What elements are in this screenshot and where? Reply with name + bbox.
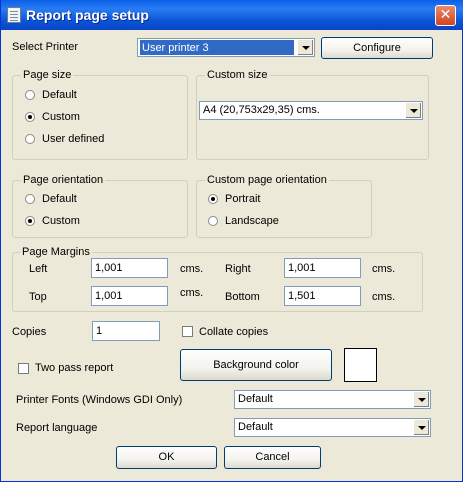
chevron-down-icon[interactable] (405, 103, 421, 118)
page-orientation-custom-radio[interactable] (25, 216, 35, 226)
report-language-value: Default (238, 421, 273, 433)
bottom-margin-label: Bottom (225, 291, 260, 303)
printer-select-value: User printer 3 (140, 40, 294, 55)
cancel-button[interactable]: Cancel (224, 446, 321, 469)
left-margin-label: Left (29, 263, 48, 275)
collate-copies-label[interactable]: Collate copies (199, 326, 268, 338)
custom-size-legend: Custom size (205, 69, 270, 81)
bottom-margin-unit: cms. (372, 291, 396, 303)
report-document-icon (7, 7, 21, 23)
background-color-swatch[interactable] (344, 348, 377, 382)
page-size-legend: Page size (21, 69, 74, 81)
background-color-button[interactable]: Background color (180, 349, 332, 381)
ok-button[interactable]: OK (116, 446, 217, 469)
page-size-user-defined-label[interactable]: User defined (42, 133, 104, 145)
printer-fonts-label: Printer Fonts (Windows GDI Only) (16, 394, 183, 406)
page-orientation-group (12, 180, 188, 238)
top-margin-value: 1,001 (95, 290, 123, 302)
page-size-user-defined-radio[interactable] (25, 134, 35, 144)
copies-label: Copies (12, 326, 47, 338)
configure-button[interactable]: Configure (321, 37, 433, 59)
left-margin-value: 1,001 (95, 262, 123, 274)
top-margin-input[interactable]: 1,001 (91, 286, 168, 306)
portrait-radio[interactable] (208, 194, 218, 204)
report-page-setup-dialog: Report page setup ✕ Select Printer User … (0, 0, 463, 482)
custom-size-select[interactable]: A4 (20,753x29,35) cms. (199, 101, 423, 120)
page-margins-group (12, 252, 423, 312)
chevron-down-icon[interactable] (413, 420, 429, 435)
portrait-label[interactable]: Portrait (225, 193, 260, 205)
page-size-custom-radio[interactable] (25, 112, 35, 122)
report-language-select[interactable]: Default (234, 418, 431, 437)
printer-fonts-value: Default (238, 393, 273, 405)
select-printer-label: Select Printer (12, 41, 79, 53)
page-size-default-label[interactable]: Default (42, 89, 77, 101)
printer-select[interactable]: User printer 3 (137, 38, 315, 57)
copies-value: 1 (96, 325, 103, 337)
page-orientation-default-label[interactable]: Default (42, 193, 77, 205)
right-margin-unit: cms. (372, 263, 396, 275)
custom-orientation-legend: Custom page orientation (205, 174, 329, 186)
bottom-margin-input[interactable]: 1,501 (284, 286, 361, 306)
left-margin-unit: cms. (180, 263, 204, 275)
right-margin-label: Right (225, 263, 251, 275)
collate-copies-checkbox[interactable] (182, 326, 193, 337)
custom-orientation-group (196, 180, 372, 238)
dialog-title: Report page setup (26, 7, 149, 23)
page-margins-legend: Page Margins (20, 246, 92, 258)
printer-fonts-select[interactable]: Default (234, 390, 431, 409)
copies-input[interactable]: 1 (92, 321, 160, 341)
chevron-down-icon[interactable] (413, 392, 429, 407)
top-margin-unit: cms. (180, 287, 204, 299)
landscape-radio[interactable] (208, 216, 218, 226)
report-language-label: Report language (16, 422, 98, 434)
title-bar[interactable]: Report page setup ✕ (1, 0, 463, 30)
page-orientation-legend: Page orientation (21, 174, 106, 186)
left-margin-input[interactable]: 1,001 (91, 258, 168, 278)
right-margin-input[interactable]: 1,001 (284, 258, 361, 278)
page-orientation-custom-label[interactable]: Custom (42, 215, 80, 227)
two-pass-report-checkbox[interactable] (18, 363, 29, 374)
landscape-label[interactable]: Landscape (225, 215, 279, 227)
page-size-custom-label[interactable]: Custom (42, 111, 80, 123)
close-button[interactable]: ✕ (435, 5, 456, 26)
two-pass-report-label[interactable]: Two pass report (35, 362, 113, 374)
right-margin-value: 1,001 (288, 262, 316, 274)
top-margin-label: Top (29, 291, 47, 303)
page-size-group (12, 75, 188, 160)
page-size-default-radio[interactable] (25, 90, 35, 100)
custom-size-select-value: A4 (20,753x29,35) cms. (203, 104, 320, 116)
page-orientation-default-radio[interactable] (25, 194, 35, 204)
bottom-margin-value: 1,501 (288, 290, 316, 302)
chevron-down-icon[interactable] (297, 40, 313, 55)
